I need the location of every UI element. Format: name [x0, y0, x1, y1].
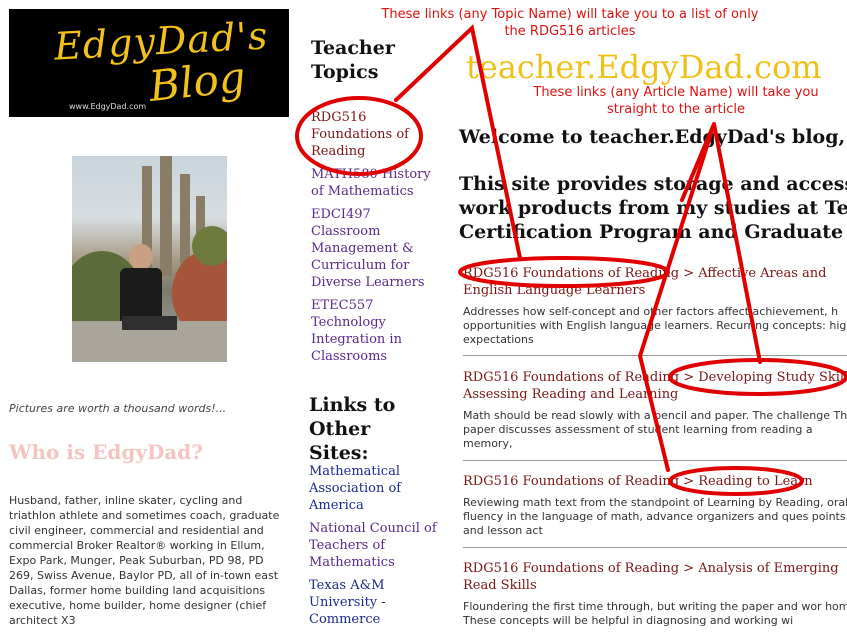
- post-divider: [463, 355, 847, 356]
- intro-line-3: Certification Program and Graduate M: [459, 221, 847, 243]
- other-sites-heading: Links to Other Sites:: [309, 394, 396, 464]
- link-tamuc[interactable]: Texas A&M University - Commerce: [309, 577, 439, 628]
- bio-text: Husband, father, inline skater, cycling …: [9, 494, 280, 627]
- topics-list: RDG516 Foundations of Reading MATH580 Hi…: [311, 109, 436, 371]
- site-title[interactable]: teacher.EdgyDad.com: [466, 48, 822, 86]
- topic-annotation-line-1: These links (any Topic Name) will take y…: [381, 7, 759, 22]
- post-topic-link[interactable]: RDG516 Foundations of Reading: [463, 474, 679, 489]
- intro-line-2: work products from my studies at Texa: [459, 197, 847, 219]
- topic-link-rdg516[interactable]: RDG516 Foundations of Reading: [311, 109, 436, 160]
- topic-annotation: These links (any Topic Name) will take y…: [340, 6, 800, 40]
- post-separator: >: [679, 370, 699, 385]
- teacher-topics-heading: Teacher Topics: [311, 37, 395, 83]
- welcome-heading: Welcome to teacher.EdgyDad's blog, h: [459, 126, 847, 148]
- post-separator: >: [679, 561, 699, 576]
- topic-link-math580[interactable]: MATH580 History of Mathematics: [311, 166, 436, 200]
- post-description: Floundering the first time through, but …: [463, 600, 847, 627]
- link-maa[interactable]: Mathematical Association of America: [309, 463, 439, 514]
- post-title: RDG516 Foundations of Reading > Analysis…: [463, 560, 847, 594]
- post-divider: [463, 547, 847, 548]
- post-topic-link[interactable]: RDG516 Foundations of Reading: [463, 370, 679, 385]
- post-description: Reviewing math text from the standpoint …: [463, 496, 847, 537]
- article-annotation-line-1: These links (any Article Name) will take…: [533, 85, 819, 100]
- post-description: Addresses how self-concept and other fac…: [463, 305, 847, 346]
- logo-url: www.EdgyDad.com: [69, 102, 147, 111]
- article-annotation-line-2: straight to the article: [607, 102, 745, 117]
- post-title: RDG516 Foundations of Reading > Reading …: [463, 473, 847, 490]
- post-description: Math should be read slowly with a pencil…: [463, 409, 847, 450]
- post-article-link[interactable]: Reading to Learn: [698, 474, 812, 489]
- intro-line-1: This site provides storage and access to: [459, 173, 847, 195]
- who-heading: Who is EdgyDad?: [9, 440, 203, 464]
- topic-link-edci497[interactable]: EDCI497 Classroom Management & Curriculu…: [311, 206, 436, 291]
- post-separator: >: [679, 266, 699, 281]
- post-title: RDG516 Foundations of Reading > Affectiv…: [463, 265, 847, 299]
- topic-link-etec557[interactable]: ETEC557 Technology Integration in Classr…: [311, 297, 436, 365]
- post-topic-link[interactable]: RDG516 Foundations of Reading: [463, 266, 679, 281]
- post-divider: [463, 460, 847, 461]
- post-item: RDG516 Foundations of Reading > Analysis…: [463, 560, 847, 628]
- intro-text: This site provides storage and access to…: [459, 172, 847, 244]
- photo-caption: Pictures are worth a thousand words!...: [9, 402, 227, 415]
- post-item: RDG516 Foundations of Reading > Affectiv…: [463, 265, 847, 347]
- link-nctm[interactable]: National Council of Teachers of Mathemat…: [309, 520, 439, 571]
- profile-photo: [72, 156, 227, 362]
- blog-logo[interactable]: EdgyDad's Blog www.EdgyDad.com: [9, 9, 289, 117]
- post-item: RDG516 Foundations of Reading > Reading …: [463, 473, 847, 538]
- post-title: RDG516 Foundations of Reading > Developi…: [463, 369, 847, 403]
- logo-line-2: Blog: [146, 52, 248, 111]
- post-separator: >: [679, 474, 699, 489]
- post-item: RDG516 Foundations of Reading > Developi…: [463, 369, 847, 451]
- article-annotation: These links (any Article Name) will take…: [505, 84, 847, 118]
- topic-annotation-line-2: the RDG516 articles: [504, 24, 636, 39]
- other-sites-list: Mathematical Association of America Nati…: [309, 463, 439, 634]
- post-topic-link[interactable]: RDG516 Foundations of Reading: [463, 561, 679, 576]
